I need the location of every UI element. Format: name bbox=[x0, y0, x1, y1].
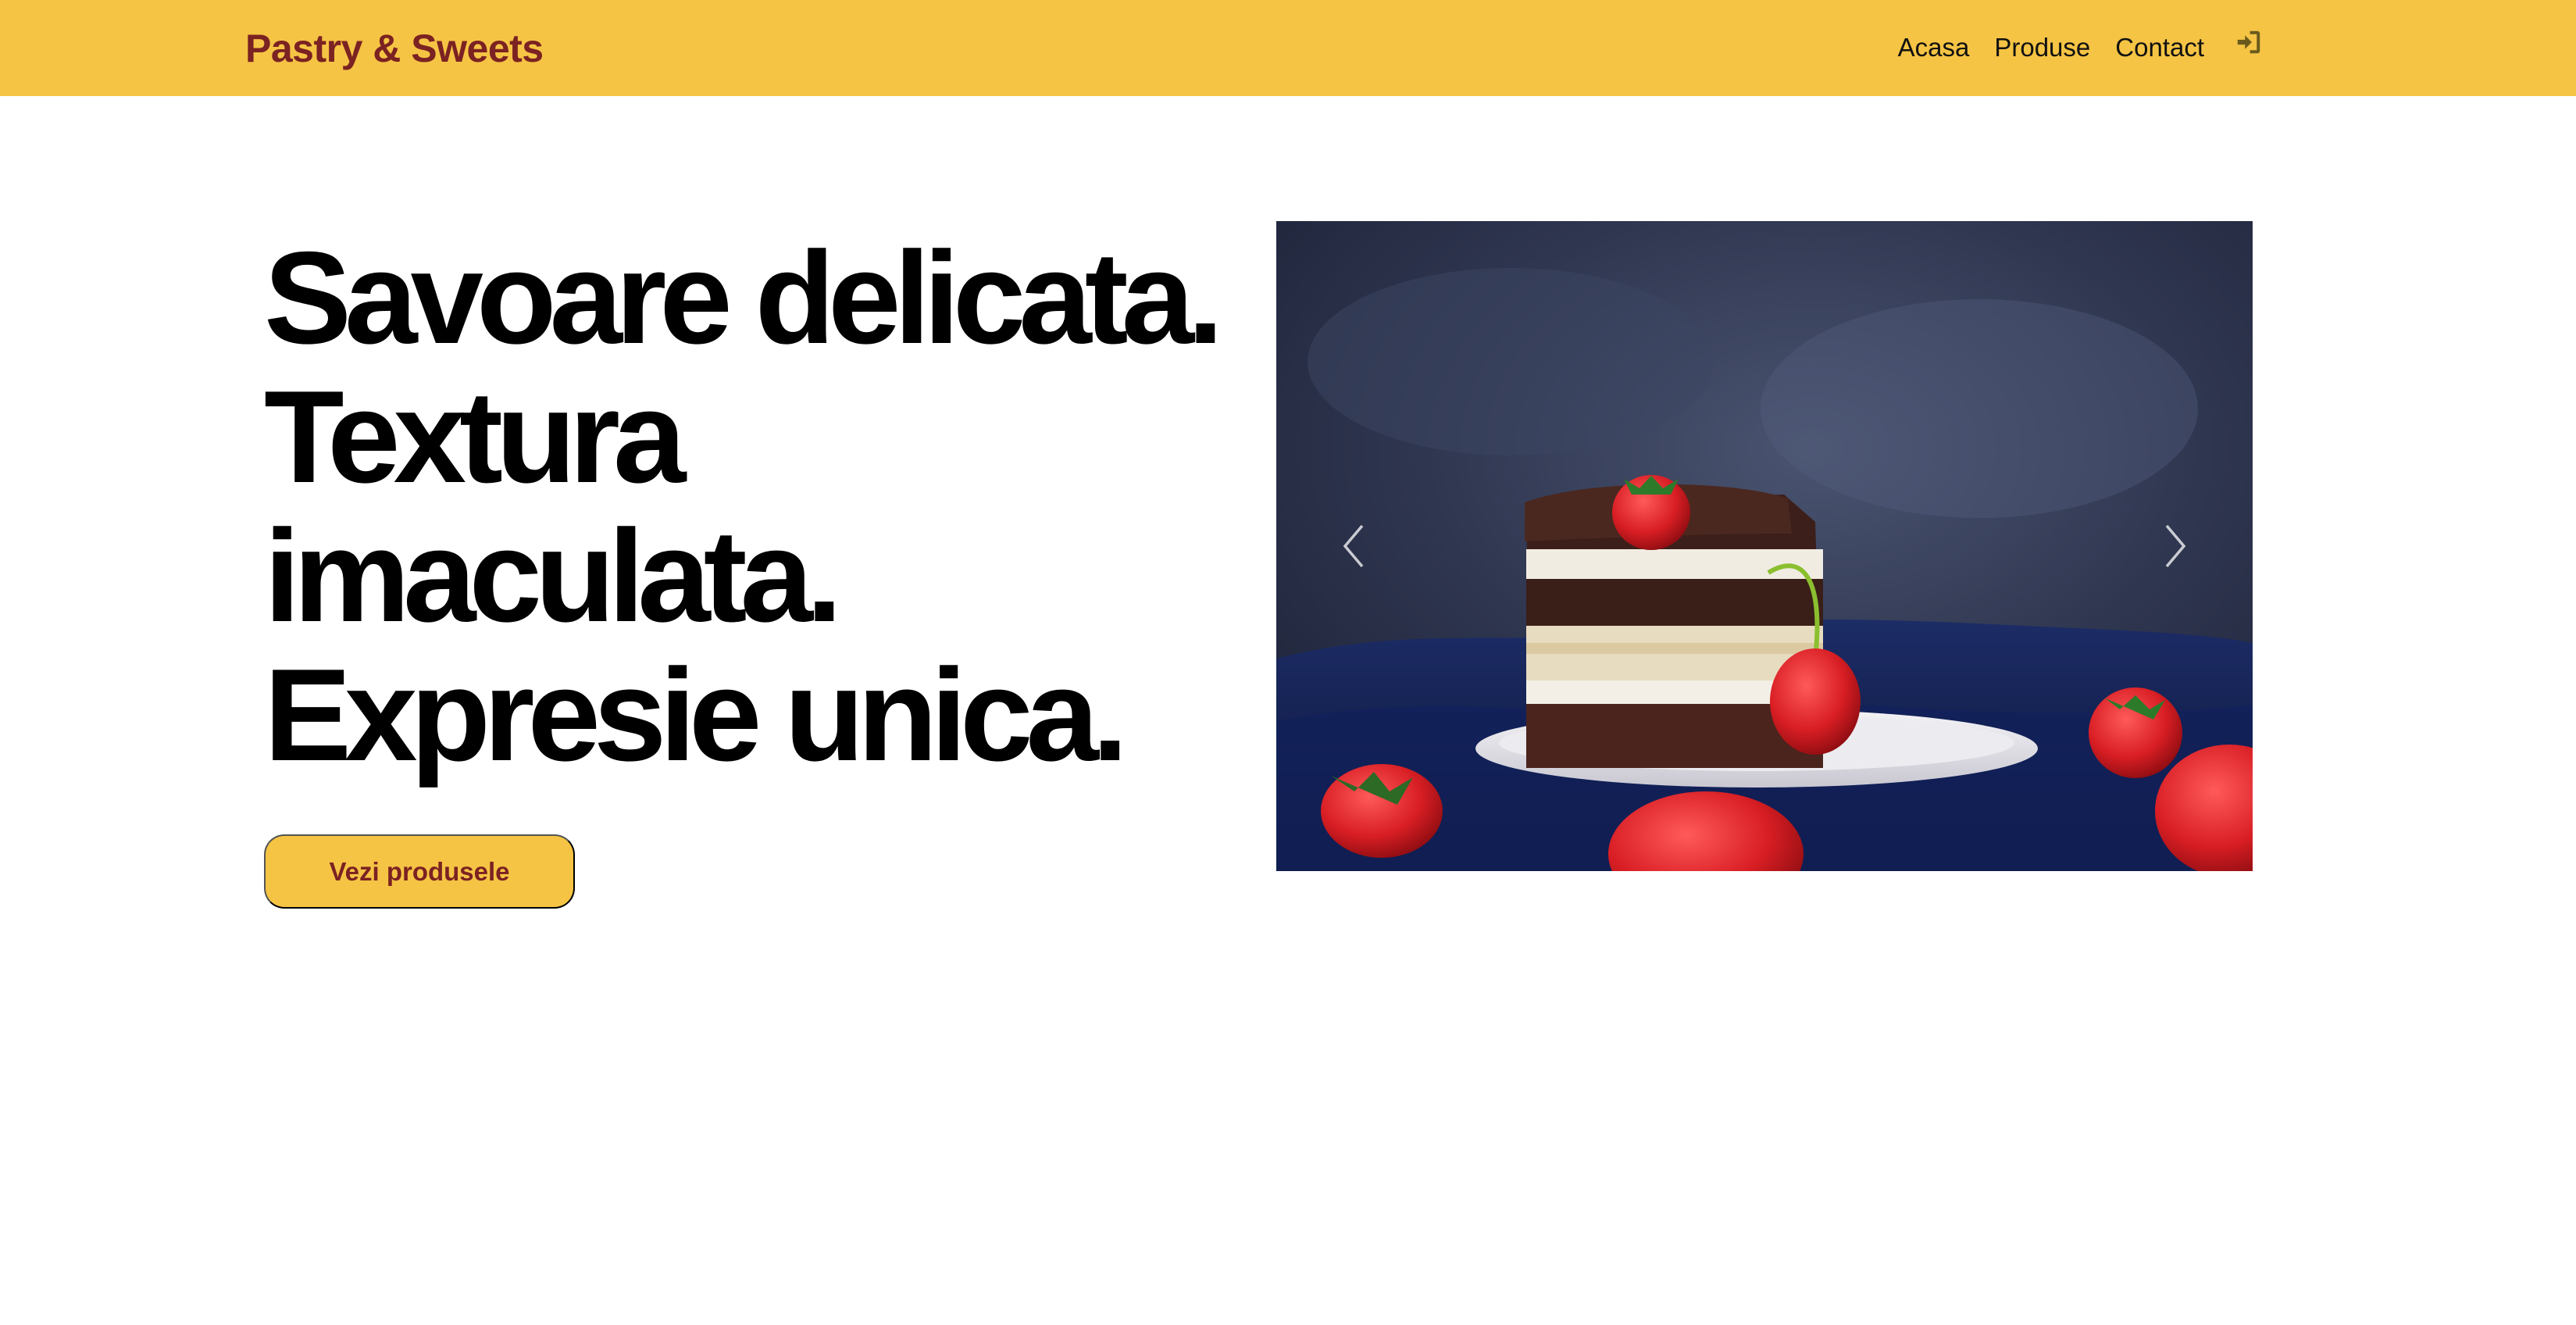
hero-headline: Savoare delicata. Textura imaculata. Exp… bbox=[264, 228, 1248, 784]
nav-item-acasa[interactable]: Acasa bbox=[1898, 27, 1970, 69]
brand-logo[interactable]: Pastry & Sweets bbox=[245, 23, 544, 73]
headline-line-3: imaculata. bbox=[264, 502, 843, 649]
login-icon[interactable] bbox=[2234, 27, 2264, 57]
carousel-prev-button[interactable] bbox=[1276, 468, 1432, 624]
chevron-left-icon bbox=[1343, 524, 1364, 568]
navbar: Pastry & Sweets Acasa Produse Contact bbox=[0, 0, 2576, 96]
nav-menu: Acasa Produse Contact bbox=[1898, 27, 2264, 69]
nav-item-produse[interactable]: Produse bbox=[1994, 27, 2090, 69]
view-products-button[interactable]: Vezi produsele bbox=[264, 834, 575, 909]
hero-carousel bbox=[1276, 221, 2253, 871]
nav-item-contact[interactable]: Contact bbox=[2115, 27, 2204, 69]
headline-line-1: Savoare delicata. bbox=[264, 224, 1224, 371]
carousel-next-button[interactable] bbox=[2096, 468, 2253, 624]
headline-line-4: Expresie unica. bbox=[264, 641, 1129, 788]
headline-line-2: Textura bbox=[264, 363, 686, 510]
chevron-right-icon bbox=[2165, 524, 2186, 568]
